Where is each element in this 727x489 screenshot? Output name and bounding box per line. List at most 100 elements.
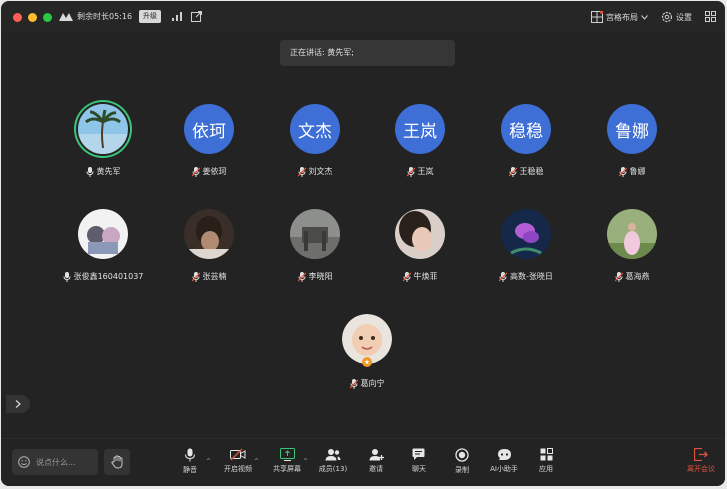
garden-photo [607,209,657,259]
upgrade-button[interactable]: 升级 [139,10,161,23]
participant-tile[interactable]: 葛向宁 [312,314,422,394]
video-options-caret-icon[interactable]: ^ [254,458,259,465]
mute-label: 静音 [183,466,197,474]
participant-name: 牛焕菲 [413,272,438,281]
microphone-icon [86,166,93,177]
participant-name-row: 张俊鑫160401037 [48,271,158,282]
bottom-toolbar: 说点什么... 静音 ^ 开启视频 ^ 共享屏幕 ^ 成员(13) 邀请 聊天 … [1,438,725,486]
chat-icon [412,448,424,460]
leave-meeting-label: 离开会议 [687,465,715,473]
mic-muted-icon [618,166,627,177]
participant-tile[interactable]: 稳稳 王稳稳 [471,104,581,184]
mic-muted-icon [191,271,200,282]
participant-tile[interactable]: 张芸楠 [154,209,264,289]
close-window-button[interactable] [13,13,22,22]
minimize-window-button[interactable] [28,13,37,22]
participant-tile[interactable]: 牛焕菲 [365,209,475,289]
participant-tile[interactable]: 黄先军 [48,104,158,184]
avatar [184,209,234,259]
avatar [78,104,128,154]
participant-name-row: 姜依珂 [154,166,264,177]
start-video-button[interactable]: 开启视频 [217,448,259,482]
participant-name-row: 张芸楠 [154,271,264,282]
microphone-icon [63,271,71,282]
share-options-caret-icon[interactable]: ^ [303,458,308,465]
emoji-icon[interactable] [18,456,30,468]
record-button[interactable]: 录制 [441,448,483,482]
avatar: 王岚 [395,104,445,154]
participant-name: 王稳稳 [519,167,544,176]
chat-button[interactable]: 聊天 [398,448,440,482]
leave-meeting-button[interactable]: 离开会议 [680,448,722,482]
portrait-photo [184,209,234,259]
chevron-right-icon [15,400,21,408]
gear-icon [661,11,673,23]
avatar [501,209,551,259]
video-off-icon [230,448,246,461]
expand-sidebar-button[interactable] [6,395,30,413]
landscape-photo [290,209,340,259]
share-screen-button[interactable]: 共享屏幕 [266,448,308,482]
ai-assistant-button[interactable]: AI小助手 [483,448,525,482]
popout-icon[interactable] [191,11,202,22]
participant-name: 黄先军 [96,167,121,176]
grid-layout-icon [591,11,603,23]
speaking-indicator: 正在讲话: 黄先军; [280,40,455,66]
mic-muted-icon [297,166,306,177]
participant-name-row: 王稳稳 [471,166,581,177]
avatar [607,209,657,259]
start-video-label: 开启视频 [224,465,252,473]
leave-icon [694,448,708,461]
signal-icon[interactable] [172,12,182,21]
participant-tile[interactable]: 依珂 姜依珂 [154,104,264,184]
mute-button[interactable]: 静音 [169,448,211,482]
participant-name: 刘文杰 [308,167,333,176]
more-icon[interactable] [705,11,716,22]
invite-button[interactable]: 邀请 [355,448,397,482]
participant-tile[interactable]: 鲁娜 鲁娜 [577,104,687,184]
participant-name-row: 高数-张晓日 [471,271,581,282]
flower-photo [501,209,551,259]
participant-name: 葛向宁 [360,379,385,388]
apps-icon [540,448,553,461]
quick-chat-input[interactable]: 说点什么... [12,449,98,475]
participant-tile[interactable]: 葛海燕 [577,209,687,289]
participant-name: 姜依珂 [202,167,227,176]
invite-icon [369,449,384,461]
mute-options-caret-icon[interactable]: ^ [206,458,211,465]
participant-name-row: 葛向宁 [312,378,422,389]
mic-muted-icon [297,271,306,282]
mic-muted-icon [349,378,358,389]
host-badge-icon [362,357,372,367]
mic-muted-icon [508,166,517,177]
raise-hand-icon [110,455,122,469]
avatar [342,314,392,367]
settings-button[interactable]: 设置 [661,10,692,24]
participant-tile[interactable]: 张俊鑫160401037 [48,209,158,289]
ai-assistant-icon [497,449,511,460]
participant-tile[interactable]: 王岚 王岚 [365,104,475,184]
share-screen-icon [279,448,295,461]
participant-name-row: 鲁娜 [577,166,687,177]
raise-hand-button[interactable] [104,449,130,475]
grid-layout-button[interactable]: 宫格布局 [591,10,648,24]
participant-name: 葛海燕 [625,272,650,281]
members-button[interactable]: 成员(13) [312,448,354,482]
settings-label: 设置 [676,12,692,22]
participant-tile[interactable]: 李晓阳 [260,209,370,289]
participant-tile[interactable]: 高数-张晓日 [471,209,581,289]
avatar: 鲁娜 [607,104,657,154]
participant-tile[interactable]: 文杰 刘文杰 [260,104,370,184]
maximize-window-button[interactable] [43,13,52,22]
mic-muted-icon [614,271,623,282]
portrait-photo [395,209,445,259]
avatar: 稳稳 [501,104,551,154]
record-label: 录制 [455,466,469,474]
meeting-window: 剩余时长05:16 升级 宫格布局 设置 正在讲话: 黄先军; 黄先军 依珂 姜… [1,1,725,486]
participant-name-row: 葛海燕 [577,271,687,282]
apps-button[interactable]: 应用 [525,448,567,482]
mic-muted-icon [191,166,200,177]
cartoon-avatar-photo [78,209,128,259]
participant-name-row: 王岚 [365,166,475,177]
mic-muted-icon [406,166,415,177]
